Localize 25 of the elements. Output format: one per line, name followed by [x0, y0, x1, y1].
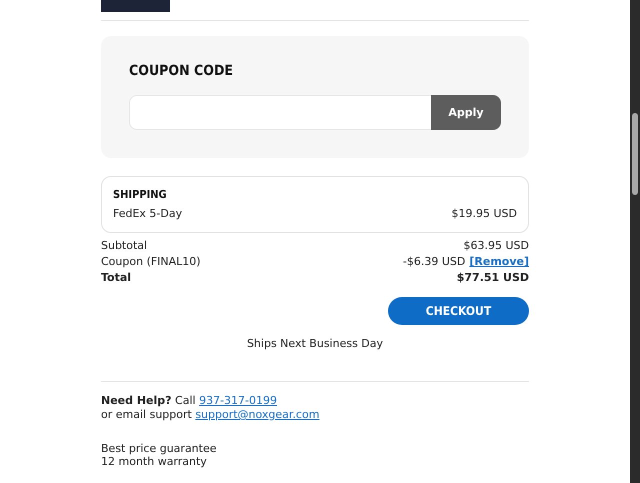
email-label: or email support: [101, 408, 192, 421]
summary-value: $63.95 USD: [464, 239, 529, 252]
scrollbar[interactable]: [630, 0, 640, 483]
help-heading: Need Help?: [101, 394, 172, 407]
perk-text: Best price guarantee: [101, 442, 218, 455]
checkout-button[interactable]: CHECKOUT: [388, 297, 529, 325]
summary-value: $77.51 USD: [456, 271, 529, 284]
summary-value: -$6.39 USD: [402, 255, 466, 268]
shipping-price: $19.95 USD: [452, 207, 517, 220]
shipping-method: FedEx 5-Day: [113, 207, 182, 220]
ships-note: Ships Next Business Day: [246, 337, 384, 350]
call-label: Call: [175, 394, 196, 407]
coupon-title: COUPON CODE: [129, 63, 234, 79]
summary-label: Coupon (FINAL10): [101, 255, 201, 268]
remove-coupon-link[interactable]: [Remove]: [469, 255, 529, 268]
product-photo-placeholder: [101, 0, 170, 12]
summary-label: Subtotal: [101, 239, 148, 252]
apply-button[interactable]: Apply: [431, 95, 501, 130]
coupon-input-field[interactable]: [129, 95, 431, 130]
scrollbar-thumb[interactable]: [632, 113, 638, 195]
email-link[interactable]: support@noxgear.com: [195, 408, 320, 421]
summary-label: Total: [101, 271, 132, 284]
phone-link[interactable]: 937-317-0199: [199, 394, 278, 407]
shipping-title: SHIPPING: [113, 188, 168, 201]
perk-text: 12 month warranty: [101, 455, 208, 468]
